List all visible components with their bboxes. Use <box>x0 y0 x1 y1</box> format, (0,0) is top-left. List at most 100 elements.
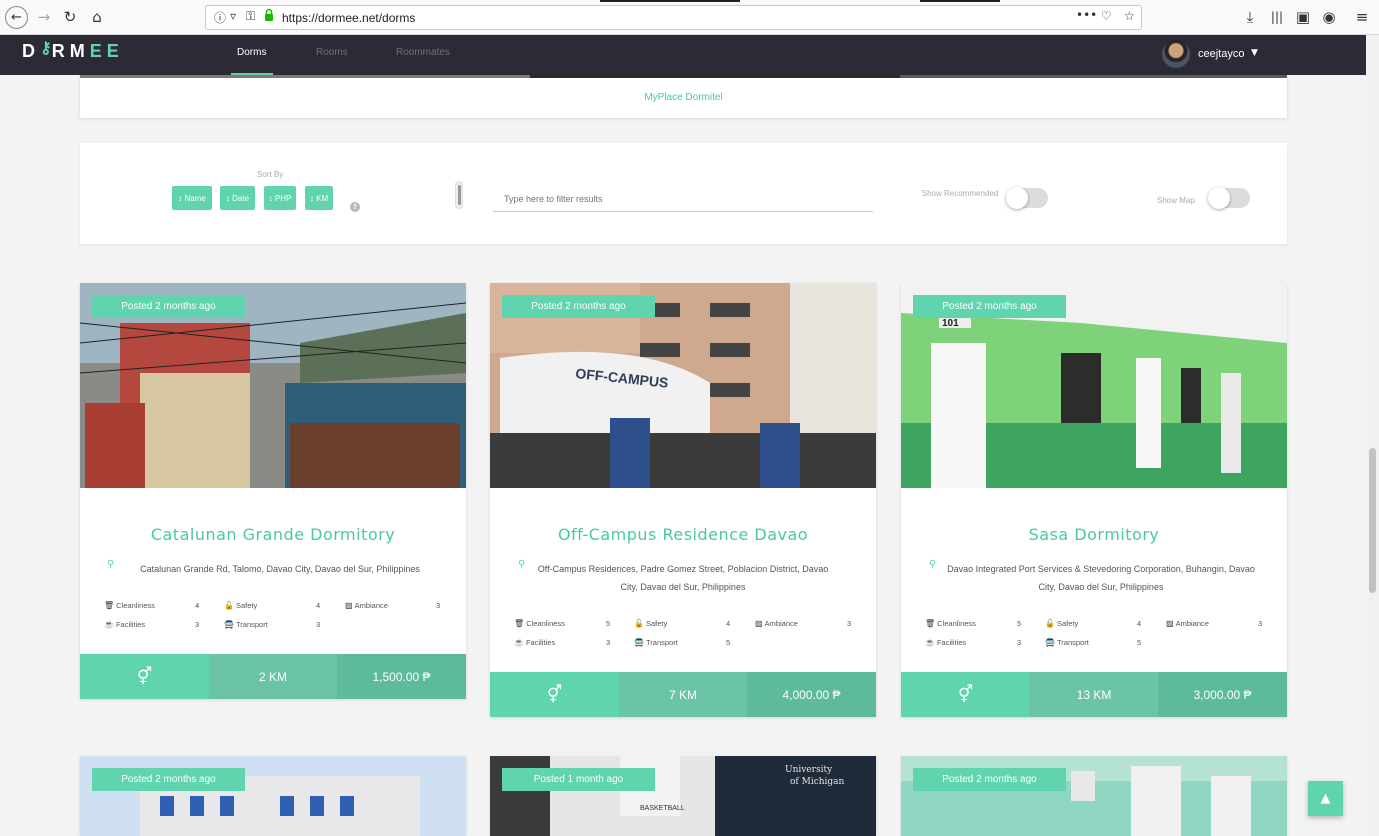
coffee-icon: ☕ <box>104 620 114 629</box>
dorm-card[interactable]: 101 Posted 2 months ago Sasa Dormitory ⚲… <box>901 283 1287 717</box>
gender-icon: ⚥ <box>80 654 209 699</box>
back-icon[interactable]: ← <box>5 6 28 29</box>
dorm-photo[interactable]: Posted 2 months ago <box>80 756 466 836</box>
dorm-card[interactable]: OFF-CAMPUS Posted 2 months ago Off-Campu… <box>490 283 876 717</box>
map-pin-icon: ⚲ <box>107 559 115 570</box>
sort-by-label: Sort By <box>257 170 284 179</box>
gender-icon: ⚥ <box>901 672 1030 717</box>
username[interactable]: ceejtayco <box>1198 48 1244 60</box>
caret-down-icon[interactable]: ▼ <box>1251 48 1258 58</box>
dorm-name[interactable]: MyPlace Dormitel <box>80 92 1287 103</box>
image-icon: ▨ <box>755 619 763 628</box>
forward-icon[interactable]: → <box>32 5 56 29</box>
dormee-logo[interactable]: D⚷RMEE <box>22 40 124 62</box>
key-icon[interactable]: ⚿ <box>246 9 255 24</box>
rating-cleanliness: 🗑 Cleanliness <box>514 619 565 628</box>
gender-icon: ⚥ <box>490 672 619 717</box>
reload-icon[interactable]: ↻ <box>58 5 82 29</box>
account-icon[interactable]: ◉ <box>1317 5 1341 29</box>
dorm-card[interactable]: University of Michigan BASKETBALL Posted… <box>490 756 876 836</box>
dorm-card[interactable]: Posted 2 months ago <box>80 756 466 836</box>
rating-value: 3 <box>847 619 852 628</box>
shield-icon[interactable]: ▿ <box>230 9 236 23</box>
map-pin-icon: ⚲ <box>518 559 526 570</box>
price: 1,500.00 ₱ <box>337 654 466 699</box>
svg-text:101: 101 <box>942 318 959 329</box>
rating-value: 3 <box>606 638 611 647</box>
photo-strip <box>530 75 900 78</box>
avatar[interactable] <box>1162 40 1190 68</box>
distance: 13 KM <box>1030 672 1158 717</box>
trash-icon: 🗑 <box>514 619 525 628</box>
rating-safety: 🔓 Safety <box>224 601 258 610</box>
rating-transport: 🚍 Transport <box>634 638 678 647</box>
dorm-title[interactable]: Off-Campus Residence Davao <box>490 525 876 544</box>
rating-safety: 🔓 Safety <box>1045 619 1079 628</box>
scrollbar-thumb[interactable] <box>1369 448 1376 593</box>
help-icon[interactable]: ? <box>350 202 360 212</box>
image-icon: ▨ <box>1166 619 1174 628</box>
rating-transport: 🚍 Transport <box>224 620 268 629</box>
posted-badge: Posted 2 months ago <box>92 768 245 791</box>
rating-value: 4 <box>195 601 200 610</box>
photo-strip <box>900 75 1287 78</box>
filter-search-input[interactable] <box>493 186 873 212</box>
nav-rooms[interactable]: Rooms <box>316 47 348 58</box>
lock-icon: 🔓 <box>634 619 644 628</box>
map-pin-icon: ⚲ <box>929 559 937 570</box>
library-icon[interactable]: ||| <box>1265 5 1289 29</box>
card-footer: ⚥ 7 KM 4,000.00 ₱ <box>490 672 876 717</box>
dorm-photo[interactable]: OFF-CAMPUS Posted 2 months ago <box>490 283 876 488</box>
svg-text:BASKETBALL: BASKETBALL <box>640 805 685 812</box>
sort-name-button[interactable]: ↕ Name <box>172 186 212 210</box>
dorm-title[interactable]: Sasa Dormitory <box>901 525 1287 544</box>
bookmark-star-icon[interactable]: ☆ <box>1124 9 1135 23</box>
rating-facilities: ☕ Facilities <box>514 638 556 647</box>
dorm-address: Davao Integrated Port Services & Stevedo… <box>947 564 1255 592</box>
rating-value: 3 <box>195 620 200 629</box>
dorm-card-partial[interactable]: MyPlace Dormitel <box>80 75 1287 118</box>
rating-value: 4 <box>726 619 731 628</box>
dorm-photo[interactable]: University of Michigan BASKETBALL Posted… <box>490 756 876 836</box>
show-recommended-toggle[interactable] <box>1006 187 1048 209</box>
dorm-photo[interactable]: 101 Posted 2 months ago <box>901 283 1287 488</box>
show-map-toggle[interactable] <box>1208 187 1250 209</box>
sort-php-button[interactable]: ↕ PHP <box>264 186 296 210</box>
arrow-up-icon[interactable]: ▲ <box>1308 781 1343 816</box>
address-bar[interactable]: ⓘ ▿ ⚿ https://dormee.net/dorms ••• ♡ ☆ <box>205 5 1142 30</box>
sidebar-icon[interactable]: ▣ <box>1291 5 1315 29</box>
rating-cleanliness: 🗑 Cleanliness <box>104 601 155 610</box>
dorm-card[interactable]: Posted 2 months ago <box>901 756 1287 836</box>
rating-value: 3 <box>1017 638 1022 647</box>
info-icon[interactable]: ⓘ <box>214 9 226 26</box>
sort-date-button[interactable]: ↕ Date <box>220 186 255 210</box>
rating-ambiance: ▨ Ambiance <box>755 619 798 628</box>
more-icon[interactable]: ••• <box>1076 8 1097 22</box>
posted-badge: Posted 2 months ago <box>502 295 655 318</box>
nav-roommates[interactable]: Roommates <box>396 47 450 58</box>
drag-handle[interactable] <box>455 181 463 209</box>
bus-icon: 🚍 <box>634 638 644 647</box>
posted-badge: Posted 1 month ago <box>502 768 655 791</box>
image-icon: ▨ <box>345 601 353 610</box>
sort-km-button[interactable]: ↕ KM <box>305 186 333 210</box>
rating-value: 3 <box>316 620 321 629</box>
home-icon[interactable]: ⌂ <box>85 5 109 29</box>
download-icon[interactable]: ⤓ <box>1238 5 1262 29</box>
dorm-photo[interactable]: Posted 2 months ago <box>80 283 466 488</box>
trash-icon: 🗑 <box>104 601 115 610</box>
svg-text:of Michigan: of Michigan <box>790 777 845 787</box>
rating-value: 5 <box>606 619 611 628</box>
rating-value: 5 <box>1137 638 1142 647</box>
pocket-icon[interactable]: ♡ <box>1101 9 1112 23</box>
key-logo-icon: ⚷ <box>40 40 52 57</box>
nav-dorms[interactable]: Dorms <box>237 47 266 58</box>
dorm-card[interactable]: Posted 2 months ago Catalunan Grande Dor… <box>80 283 466 699</box>
page-scrollbar[interactable] <box>1366 35 1379 836</box>
rating-transport: 🚍 Transport <box>1045 638 1089 647</box>
rating-facilities: ☕ Facilities <box>925 638 967 647</box>
posted-badge: Posted 2 months ago <box>913 295 1066 318</box>
dorm-title[interactable]: Catalunan Grande Dormitory <box>80 525 466 544</box>
menu-icon[interactable]: ≡ <box>1350 5 1374 29</box>
dorm-photo[interactable]: Posted 2 months ago <box>901 756 1287 836</box>
